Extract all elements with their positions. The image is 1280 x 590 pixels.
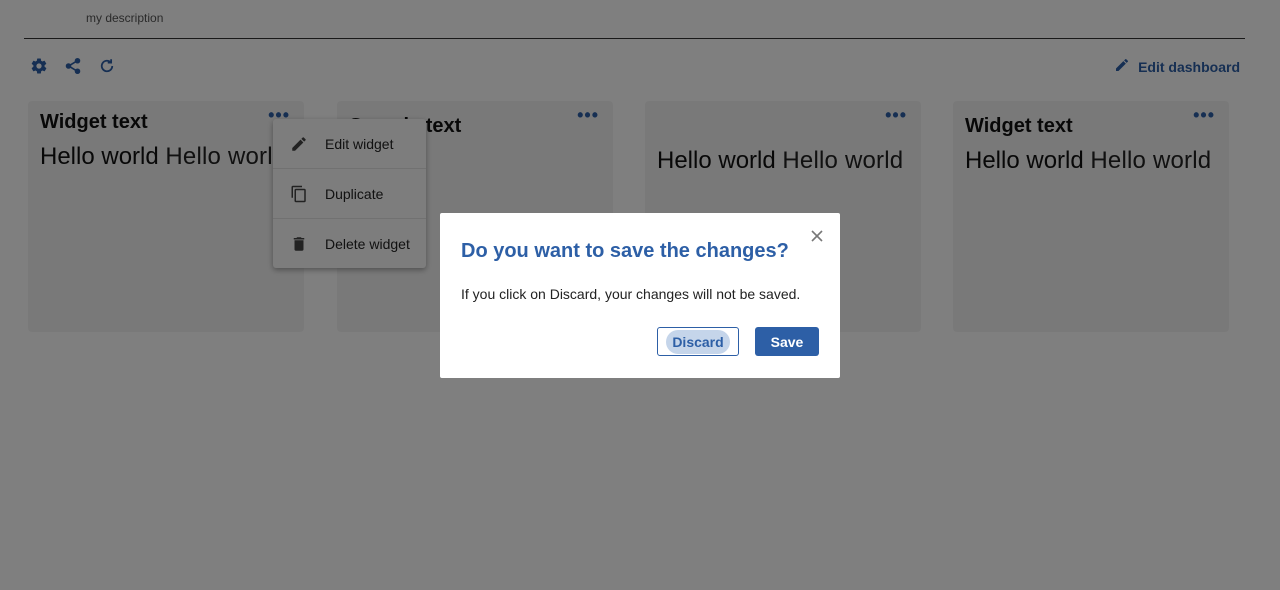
close-icon[interactable] (810, 229, 824, 243)
discard-button-label: Discard (666, 329, 730, 354)
dialog-title: Do you want to save the changes? (461, 240, 789, 262)
save-changes-dialog: Do you want to save the changes? If you … (440, 213, 840, 378)
save-button[interactable]: Save (755, 327, 819, 356)
dialog-message: If you click on Discard, your changes wi… (461, 286, 801, 302)
discard-button[interactable]: Discard (657, 327, 739, 356)
dashboard-page: my description Edit dashboard Widg (0, 0, 1280, 590)
